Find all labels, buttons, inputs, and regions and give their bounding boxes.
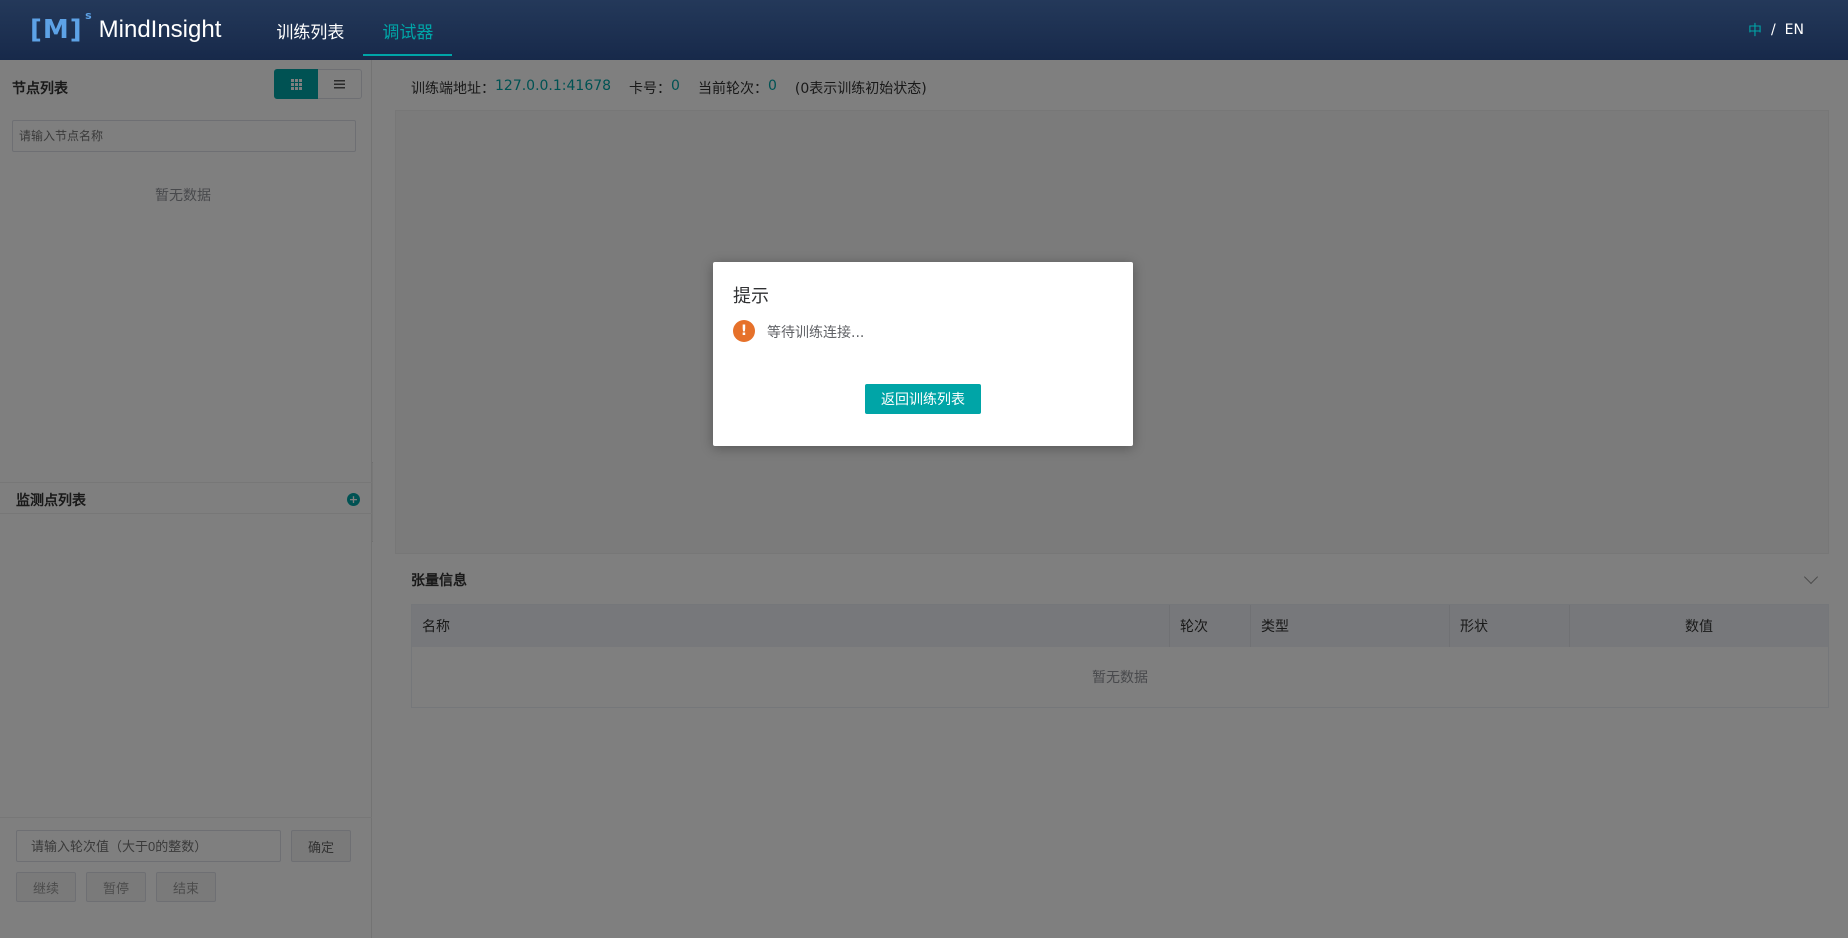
prompt-dialog: 提示 ! 等待训练连接... 返回训练列表	[713, 262, 1133, 446]
top-header: [M] s MindInsight 训练列表 调试器 中 / EN	[0, 0, 1848, 60]
language-switch: 中 / EN	[1748, 0, 1804, 60]
dialog-title: 提示	[733, 286, 769, 307]
nav-debugger[interactable]: 调试器	[363, 0, 453, 60]
lang-separator: /	[1770, 22, 1776, 38]
logo[interactable]: [M] s MindInsight	[30, 0, 221, 60]
main-nav: 训练列表 调试器	[257, 0, 453, 60]
dialog-message: 等待训练连接...	[767, 325, 865, 341]
logo-text: MindInsight	[98, 16, 222, 43]
lang-zh[interactable]: 中	[1748, 20, 1762, 40]
lang-en[interactable]: EN	[1785, 22, 1804, 38]
return-to-train-list-button[interactable]: 返回训练列表	[865, 384, 981, 414]
nav-train-list[interactable]: 训练列表	[257, 0, 363, 60]
logo-mark: [M] s	[30, 9, 93, 45]
modal-overlay: 提示 ! 等待训练连接... 返回训练列表	[0, 60, 1848, 938]
warning-icon: !	[733, 320, 755, 342]
